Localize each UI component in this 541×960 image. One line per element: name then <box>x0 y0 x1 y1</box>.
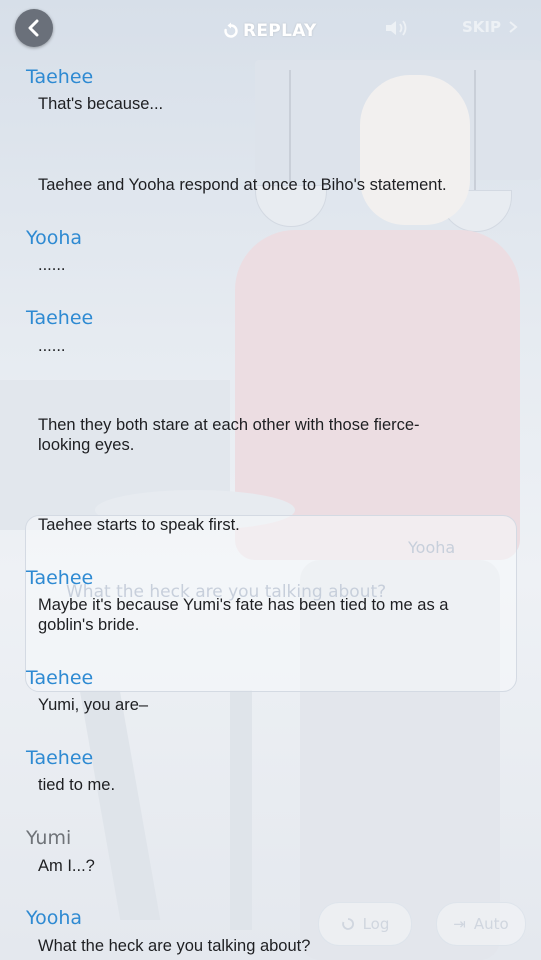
speaker-name: Yooha <box>26 227 83 249</box>
speaker-name: Taehee <box>26 667 94 689</box>
narration-text: Taehee and Yooha respond at once to Biho… <box>38 176 447 194</box>
log-label: Log <box>362 915 390 933</box>
history-icon <box>341 918 354 930</box>
dialogue-text: ...... <box>38 256 66 274</box>
speaker-name: Taehee <box>26 66 94 88</box>
auto-icon: ⇥ <box>453 915 466 933</box>
speaker-name: Yumi <box>26 827 72 849</box>
dialogue-text: What the heck are you talking about? <box>38 937 311 955</box>
speaker-name: Taehee <box>26 307 94 329</box>
dialogue-log[interactable]: Taehee That's because... Taehee and Yooh… <box>0 0 541 960</box>
dialogue-text: Am I...? <box>38 857 95 875</box>
narration-text: Taehee starts to speak first. <box>38 516 240 534</box>
auto-button[interactable]: ⇥ Auto <box>436 902 526 946</box>
dialogue-text: Yumi, you are– <box>38 696 149 714</box>
dialogue-text: ...... <box>38 337 66 355</box>
speaker-name: Taehee <box>26 747 94 769</box>
dialogue-text: tied to me. <box>38 776 116 794</box>
speaker-name: Yooha <box>26 907 83 929</box>
auto-label: Auto <box>473 915 509 933</box>
narration-text: Then they both stare at each other with … <box>38 416 420 454</box>
log-button[interactable]: Log <box>318 902 412 946</box>
speaker-name: Taehee <box>26 567 94 589</box>
dialogue-text: That's because... <box>38 95 164 113</box>
dialogue-text: Maybe it's because Yumi's fate has been … <box>38 596 449 634</box>
